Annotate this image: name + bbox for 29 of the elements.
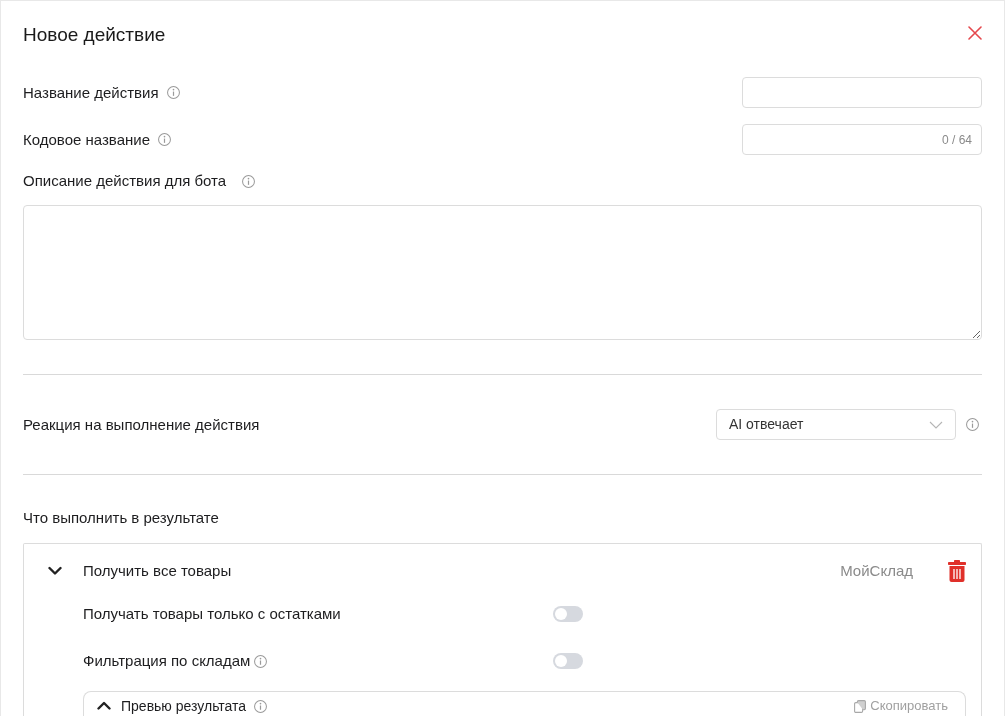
info-icon[interactable]: [242, 174, 256, 188]
action-title: Получить все товары: [83, 560, 232, 581]
reaction-select[interactable]: AI отвечает: [716, 409, 956, 440]
info-icon[interactable]: [166, 86, 180, 99]
caret-icon: [929, 420, 943, 429]
toggle-switch[interactable]: [553, 653, 583, 669]
option-label: Получать товары только с остатками: [83, 603, 341, 624]
text-field[interactable]: [742, 77, 982, 108]
chevron-up-icon[interactable]: [97, 701, 111, 711]
field-label: Реакция на выполнение действия: [23, 414, 260, 435]
info-icon[interactable]: [254, 654, 268, 668]
source-label: МойСклад: [840, 560, 913, 581]
info-icon[interactable]: [254, 699, 268, 713]
close-icon[interactable]: [968, 26, 982, 40]
preview-title: Превью результата: [121, 697, 247, 715]
section-heading: Что выполнить в результате: [23, 508, 219, 528]
field-label: Описание действия для бота: [23, 171, 227, 191]
trash-icon[interactable]: [948, 560, 966, 582]
toggle-switch[interactable]: [553, 606, 583, 622]
info-icon[interactable]: [966, 418, 979, 431]
option-label: Фильтрация по складам: [83, 650, 251, 671]
copy-icon: [854, 699, 867, 713]
dialog-title: Новое действие: [23, 23, 166, 46]
field-label: Название действия: [23, 82, 159, 103]
character-counter: 0 / 64: [941, 132, 972, 147]
chevron-down-icon[interactable]: [48, 566, 62, 576]
info-icon[interactable]: [158, 133, 171, 146]
field-label: Кодовое название: [23, 129, 150, 150]
text-field[interactable]: [742, 124, 982, 155]
